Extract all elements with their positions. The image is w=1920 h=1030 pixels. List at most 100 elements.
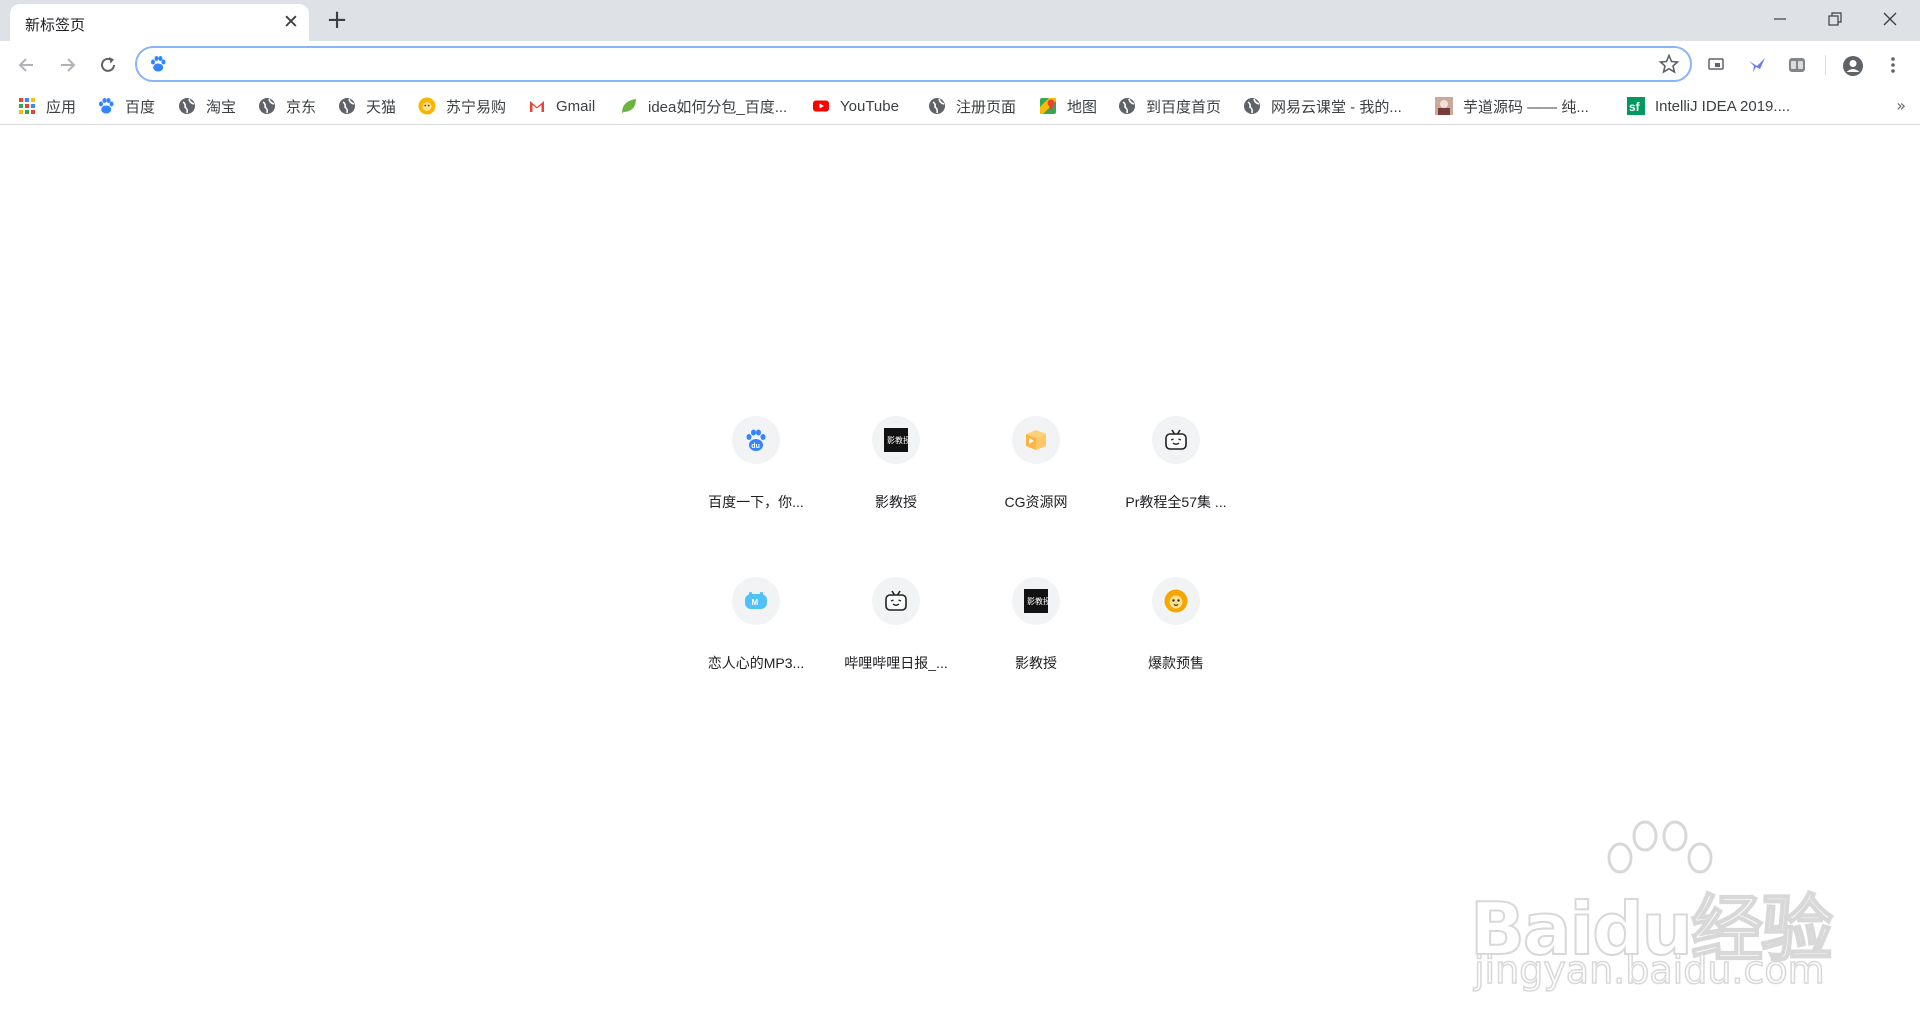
bookmark-baidu-home[interactable]: 到百度首页 <box>1118 95 1221 117</box>
tile-icon-circle: 影教授 <box>1012 577 1060 625</box>
bookmark-label: 淘宝 <box>206 98 237 116</box>
reader-icon <box>1789 58 1805 72</box>
bilibili-tv-icon <box>885 590 907 611</box>
bookmark-taobao[interactable]: 淘宝 <box>178 95 236 117</box>
restore-icon <box>1828 12 1842 26</box>
tile-cg[interactable]: CG资源网 <box>980 414 1092 526</box>
tile-yingjiaoshou-2[interactable]: 影教授 影教授 <box>980 575 1092 687</box>
tile-mp3[interactable]: M 恋人心的MP3... <box>700 575 812 687</box>
back-button[interactable] <box>12 50 42 80</box>
baidu-paw-icon <box>151 56 166 72</box>
bookmark-youtube[interactable]: YouTube <box>812 95 899 117</box>
bookmark-intellij[interactable]: sf IntelliJ IDEA 2019.... <box>1627 95 1790 117</box>
tile-label: 哔哩哔哩日报_... <box>844 655 948 671</box>
bookmark-netease-study[interactable]: 网易云课堂 - 我的... <box>1243 95 1402 117</box>
tile-label: Pr教程全57集 ... <box>1125 494 1227 510</box>
bookmark-register[interactable]: 注册页面 <box>928 95 1016 117</box>
reload-button[interactable] <box>93 50 123 80</box>
address-bar[interactable] <box>135 46 1692 82</box>
globe-icon <box>1244 98 1260 114</box>
tile-bilibili-daily[interactable]: 哔哩哔哩日报_... <box>840 575 952 687</box>
svg-text:影教授: 影教授 <box>887 435 908 445</box>
suning-lion-icon <box>1164 589 1188 613</box>
tab-strip: 新标签页 ✕ + <box>0 0 1920 41</box>
reader-extension-button[interactable] <box>1783 51 1811 79</box>
bookmark-maps[interactable]: 地图 <box>1039 95 1097 117</box>
globe-icon <box>929 98 945 114</box>
tile-label: 影教授 <box>875 494 917 510</box>
tile-icon-circle <box>1012 416 1060 464</box>
svg-text:du: du <box>751 443 760 450</box>
globe-icon <box>339 98 355 114</box>
yingjiaoshou-icon: 影教授 <box>1024 589 1048 613</box>
cast-extension-button[interactable] <box>1703 51 1731 79</box>
address-input[interactable] <box>177 52 1621 78</box>
gmail-icon <box>530 101 544 112</box>
tile-pr-tutorial[interactable]: Pr教程全57集 ... <box>1120 414 1232 526</box>
svg-text:影教授: 影教授 <box>1027 596 1048 606</box>
yingjiaoshou-icon: 影教授 <box>884 428 908 452</box>
tile-label: 影教授 <box>1015 655 1057 671</box>
minimize-button[interactable] <box>1760 5 1800 33</box>
arrow-right-icon <box>61 58 76 72</box>
bookmark-apps[interactable]: 应用 <box>18 95 76 117</box>
bird-extension-button[interactable] <box>1743 51 1771 79</box>
bird-icon <box>1749 58 1765 72</box>
bookmark-label: 到百度首页 <box>1146 98 1222 116</box>
tile-icon-circle <box>1152 577 1200 625</box>
maps-icon <box>1040 98 1056 114</box>
tile-icon-circle <box>872 577 920 625</box>
baidu-paw-icon <box>99 98 114 114</box>
menu-button[interactable] <box>1879 51 1907 79</box>
close-window-button[interactable] <box>1870 5 1910 33</box>
bookmark-label: 网易云课堂 - 我的... <box>1271 98 1402 116</box>
globe-icon <box>1119 98 1135 114</box>
close-icon <box>1883 12 1897 26</box>
tile-yingjiaoshou[interactable]: 影教授 影教授 <box>840 414 952 526</box>
bookmark-label: 芋道源码 —— 纯... <box>1463 98 1589 116</box>
restore-button[interactable] <box>1815 5 1855 33</box>
bookmark-label: 地图 <box>1067 98 1098 116</box>
bookmark-yudao[interactable]: 芋道源码 —— 纯... <box>1435 95 1589 117</box>
arrow-left-icon <box>18 58 33 72</box>
bilibili-tv-icon <box>1165 429 1187 450</box>
bookmark-star-icon[interactable] <box>1658 53 1680 75</box>
sf-icon: sf <box>1627 97 1645 115</box>
bookmark-gmail[interactable]: Gmail <box>528 95 595 117</box>
bookmark-idea-package[interactable]: idea如何分包_百度... <box>620 95 787 117</box>
tile-icon-circle: 影教授 <box>872 416 920 464</box>
tile-icon-circle <box>1152 416 1200 464</box>
tile-presale[interactable]: 爆款预售 <box>1120 575 1232 687</box>
avatar-icon <box>1435 97 1453 115</box>
cg-icon <box>1026 430 1046 450</box>
minimize-icon <box>1774 18 1786 20</box>
tile-label: 爆款预售 <box>1148 655 1204 671</box>
m-cloud-icon: M <box>745 592 767 609</box>
account-avatar-icon <box>1843 56 1863 76</box>
tile-icon-circle: du <box>732 416 780 464</box>
tab-close-icon[interactable]: ✕ <box>281 12 301 32</box>
kebab-menu-icon <box>1891 57 1895 73</box>
bookmark-baidu[interactable]: 百度 <box>97 95 155 117</box>
toolbar <box>0 41 1920 88</box>
tile-label: 百度一下，你... <box>708 494 804 510</box>
bookmark-label: idea如何分包_百度... <box>648 98 788 116</box>
bookmarks-overflow-chevron-icon[interactable]: » <box>1896 96 1906 115</box>
tile-baidu[interactable]: du 百度一下，你... <box>700 414 812 526</box>
profile-button[interactable] <box>1838 51 1866 79</box>
bookmark-tmall[interactable]: 天猫 <box>338 95 396 117</box>
bookmarks-bar: 应用 百度 淘宝 京东 天猫 苏宁易购 Gmail idea如何分包_百度...… <box>0 88 1920 125</box>
tab-new-tab[interactable]: 新标签页 ✕ <box>10 4 309 41</box>
bookmark-label: 天猫 <box>366 98 397 116</box>
cast-icon <box>1708 58 1724 70</box>
globe-icon <box>179 98 195 114</box>
forward-button[interactable] <box>52 50 82 80</box>
apps-grid-icon <box>19 98 35 114</box>
tile-label: CG资源网 <box>1004 494 1068 510</box>
bookmark-jd[interactable]: 京东 <box>258 95 316 117</box>
bookmark-suning[interactable]: 苏宁易购 <box>418 95 506 117</box>
leaf-icon <box>622 99 636 113</box>
new-tab-button[interactable]: + <box>323 7 351 35</box>
svg-text:M: M <box>752 598 759 607</box>
bookmark-label: YouTube <box>840 97 899 115</box>
